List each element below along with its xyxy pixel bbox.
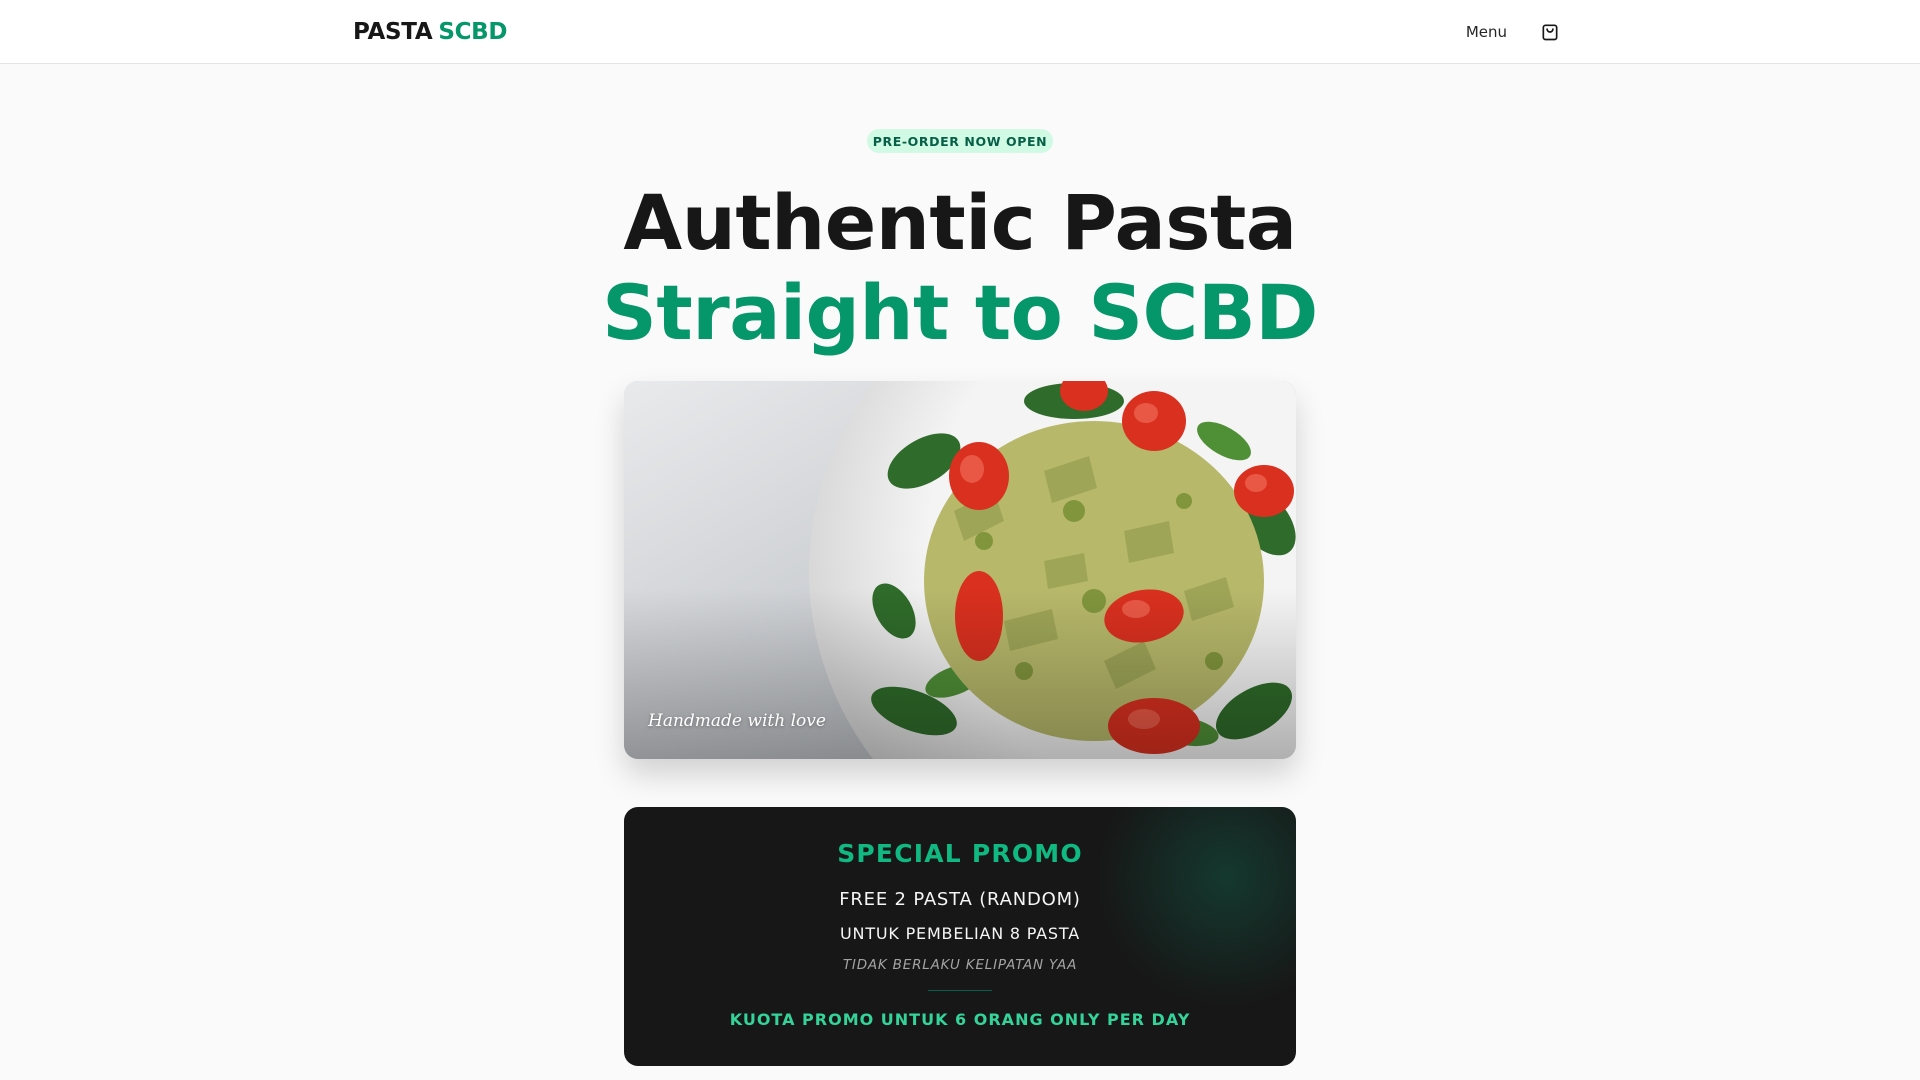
- promo-note: TIDAK BERLAKU KELIPATAN YAA: [842, 957, 1078, 973]
- promo-condition-line: UNTUK PEMBELIAN 8 PASTA: [840, 924, 1080, 943]
- main-nav: Menu: [1466, 21, 1561, 43]
- header-inner: PASTA SCBD Menu: [353, 0, 1561, 64]
- headline-line-2: Straight to SCBD: [602, 268, 1318, 357]
- headline-line-1: Authentic Pasta: [623, 178, 1297, 267]
- promo-quota: KUOTA PROMO UNTUK 6 ORANG ONLY PER DAY: [729, 1010, 1191, 1029]
- site-header: PASTA SCBD Menu: [0, 0, 1920, 64]
- site-logo[interactable]: PASTA SCBD: [353, 19, 508, 45]
- pasta-photo-illustration: [624, 381, 1296, 759]
- promo-divider: [928, 990, 992, 991]
- image-caption: Handmade with love: [648, 711, 826, 731]
- logo-main-text: PASTA: [353, 19, 433, 45]
- hero-headline: Authentic Pasta Straight to SCBD: [0, 178, 1920, 358]
- nav-menu-link[interactable]: Menu: [1466, 23, 1507, 41]
- preorder-badge: PRE-ORDER NOW OPEN: [867, 129, 1053, 153]
- promo-offer-line: FREE 2 PASTA (RANDOM): [839, 889, 1081, 910]
- shopping-bag-icon[interactable]: [1539, 21, 1561, 43]
- special-promo-card: SPECIAL PROMO FREE 2 PASTA (RANDOM) UNTU…: [624, 807, 1296, 1066]
- hero-pasta-image: Handmade with love: [624, 381, 1296, 759]
- logo-accent-text: SCBD: [438, 19, 508, 45]
- promo-title: SPECIAL PROMO: [837, 839, 1083, 868]
